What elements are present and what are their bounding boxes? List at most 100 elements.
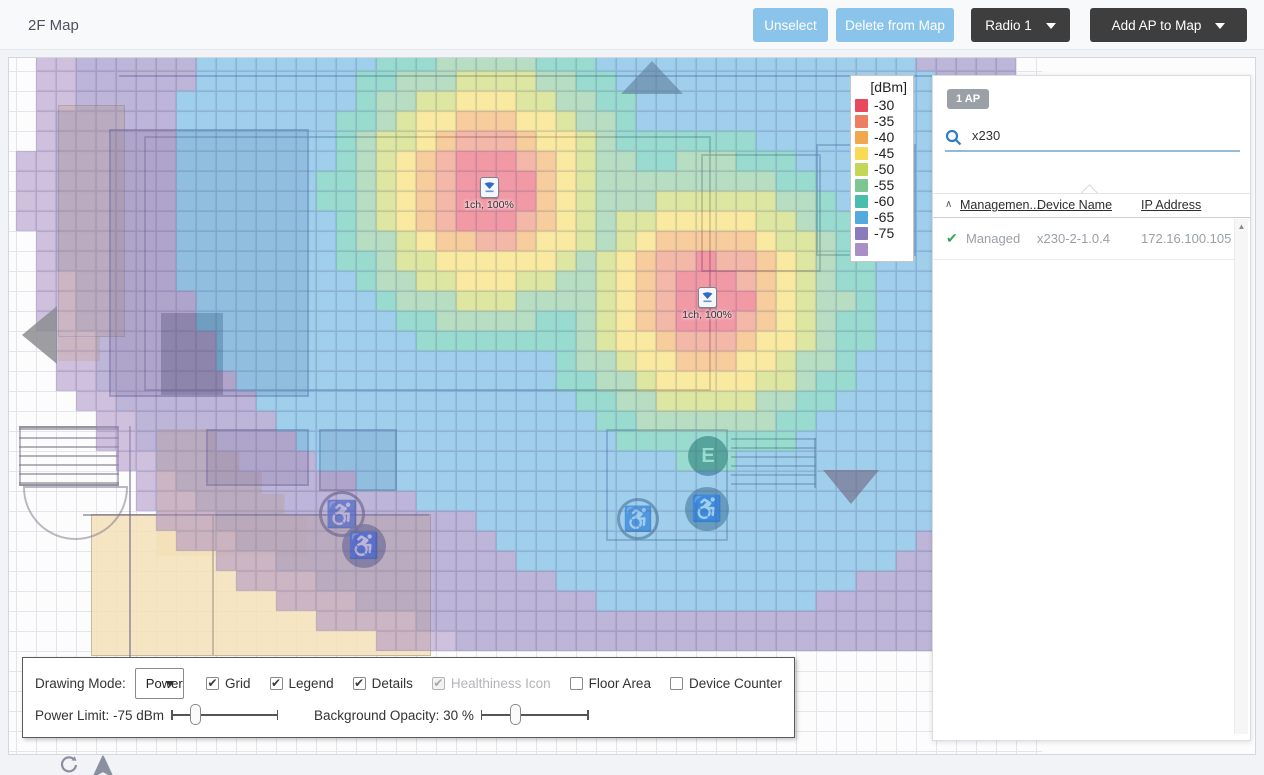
add-ap-dropdown-label: Add AP to Map xyxy=(1112,18,1202,33)
legend-label: -35 xyxy=(874,113,894,129)
checkbox-healthiness-icon: ✔Healthiness Icon xyxy=(432,676,551,691)
chevron-down-icon xyxy=(166,681,174,687)
checkbox-group: ✔Grid✔Legend✔Details✔Healthiness IconFlo… xyxy=(206,676,782,691)
legend-entry: -65 xyxy=(855,209,909,225)
checkbox-box[interactable]: ✔ xyxy=(270,677,283,690)
ap-marker[interactable]: 1ch, 100% xyxy=(671,287,743,321)
pan-mode-icon[interactable] xyxy=(92,755,114,775)
radio-dropdown-label: Radio 1 xyxy=(985,18,1032,33)
legend-color-swatch xyxy=(855,227,868,240)
column-management-status[interactable]: Managemen... xyxy=(960,198,1040,212)
slider-tick xyxy=(587,710,589,720)
checkbox-label: Floor Area xyxy=(589,676,651,691)
ap-marker-label: 1ch, 100% xyxy=(671,309,743,321)
legend-entry: -50 xyxy=(855,161,909,177)
ap-marker[interactable]: 1ch, 100% xyxy=(453,177,525,211)
add-ap-to-map-dropdown[interactable]: Add AP to Map xyxy=(1090,8,1247,42)
background-opacity-slider-thumb[interactable] xyxy=(510,704,521,725)
drawing-mode-label: Drawing Mode: xyxy=(35,676,126,691)
slider-tick xyxy=(481,710,483,720)
ap-list-panel: 1 AP ∧ Managemen... Device Name IP Addre… xyxy=(932,75,1251,741)
checkbox-floor-area[interactable]: Floor Area xyxy=(570,676,651,691)
checkbox-box[interactable] xyxy=(670,677,683,690)
drawing-mode-select[interactable]: Power xyxy=(135,668,184,699)
unselect-button[interactable]: Unselect xyxy=(753,8,828,42)
delete-from-map-button[interactable]: Delete from Map xyxy=(836,8,954,42)
legend-label: -45 xyxy=(874,145,894,161)
power-limit-slider[interactable] xyxy=(171,703,278,727)
legend-title: [dBm] xyxy=(855,79,909,95)
map-display-controls: Drawing Mode: Power ✔Grid✔Legend✔Details… xyxy=(22,657,795,738)
ap-table-body: ✔Managedx230-2-1.0.4172.16.100.105 xyxy=(933,218,1235,260)
legend-label: -40 xyxy=(874,129,894,145)
scroll-up-icon[interactable]: ▲ xyxy=(1235,219,1248,234)
legend-entries: -30-35-40-45-50-55-60-65-75 xyxy=(855,97,909,257)
legend-label: -30 xyxy=(874,97,894,113)
slider-tick xyxy=(277,710,279,720)
legend-entry xyxy=(855,241,909,257)
ap-marker-label: 1ch, 100% xyxy=(453,199,525,211)
legend-label: -55 xyxy=(874,177,894,193)
legend-color-swatch xyxy=(855,147,868,160)
page-title: 2F Map xyxy=(28,17,79,34)
column-device-name[interactable]: Device Name xyxy=(1037,198,1112,212)
dbm-legend: [dBm] -30-35-40-45-50-55-60-65-75 xyxy=(850,75,914,262)
legend-entry: -75 xyxy=(855,225,909,241)
chevron-down-icon xyxy=(1215,23,1225,29)
checkbox-box[interactable]: ✔ xyxy=(206,677,219,690)
ap-table-header: ∧ Managemen... Device Name IP Address xyxy=(933,193,1250,218)
power-limit-slider-thumb[interactable] xyxy=(190,704,201,725)
table-scrollbar[interactable]: ▲ xyxy=(1234,219,1248,734)
checkbox-device-counter[interactable]: Device Counter xyxy=(670,676,782,691)
legend-color-swatch xyxy=(855,179,868,192)
checkbox-details[interactable]: ✔ Details xyxy=(353,676,413,691)
legend-entry: -55 xyxy=(855,177,909,193)
checkbox-legend[interactable]: ✔Legend xyxy=(270,676,334,691)
refresh-icon[interactable] xyxy=(58,754,80,775)
management-status: Managed xyxy=(966,231,1020,246)
chevron-down-icon xyxy=(1046,23,1056,29)
pan-left-arrow[interactable] xyxy=(22,306,57,364)
legend-entry: -45 xyxy=(855,145,909,161)
sort-ascending-icon[interactable]: ∧ xyxy=(945,199,952,210)
radio-dropdown[interactable]: Radio 1 xyxy=(971,8,1070,42)
legend-entry: -35 xyxy=(855,113,909,129)
legend-color-swatch xyxy=(855,211,868,224)
ap-search xyxy=(945,126,1240,152)
checkbox-label: Healthiness Icon xyxy=(451,676,551,691)
legend-color-swatch xyxy=(855,115,868,128)
checkbox-box[interactable] xyxy=(570,677,583,690)
column-ip-address[interactable]: IP Address xyxy=(1141,198,1201,212)
slider-track xyxy=(481,714,589,716)
ap-device-icon[interactable] xyxy=(698,287,717,308)
device-name: x230-2-1.0.4 xyxy=(1037,231,1110,246)
legend-color-swatch xyxy=(855,163,868,176)
legend-entry: -30 xyxy=(855,97,909,113)
search-input[interactable] xyxy=(972,128,1232,143)
legend-color-swatch xyxy=(855,195,868,208)
legend-label: -50 xyxy=(874,161,894,177)
checkbox-label: Grid xyxy=(225,676,251,691)
background-opacity-label: Background Opacity: 30 % xyxy=(314,708,474,723)
legend-entry: -40 xyxy=(855,129,909,145)
ap-count-badge: 1 AP xyxy=(947,89,989,109)
search-icon xyxy=(945,129,962,146)
checkbox-grid[interactable]: ✔ Grid xyxy=(206,676,251,691)
checkbox-label: Device Counter xyxy=(689,676,782,691)
ap-device-icon[interactable] xyxy=(480,177,499,198)
checkbox-label: Details xyxy=(372,676,413,691)
legend-color-swatch xyxy=(855,131,868,144)
legend-color-swatch xyxy=(855,243,868,256)
pan-up-arrow[interactable] xyxy=(621,61,683,94)
managed-check-icon: ✔ xyxy=(946,230,958,247)
checkbox-box[interactable]: ✔ xyxy=(353,677,366,690)
legend-entry: -60 xyxy=(855,193,909,209)
legend-color-swatch xyxy=(855,99,868,112)
ap-table-row[interactable]: ✔Managedx230-2-1.0.4172.16.100.105 xyxy=(933,218,1235,260)
legend-label: -60 xyxy=(874,193,894,209)
background-opacity-slider[interactable] xyxy=(481,703,589,727)
pan-down-arrow[interactable] xyxy=(823,470,879,504)
power-limit-label: Power Limit: -75 dBm xyxy=(35,708,164,723)
slider-tick xyxy=(171,710,173,720)
legend-label: -65 xyxy=(874,209,894,225)
